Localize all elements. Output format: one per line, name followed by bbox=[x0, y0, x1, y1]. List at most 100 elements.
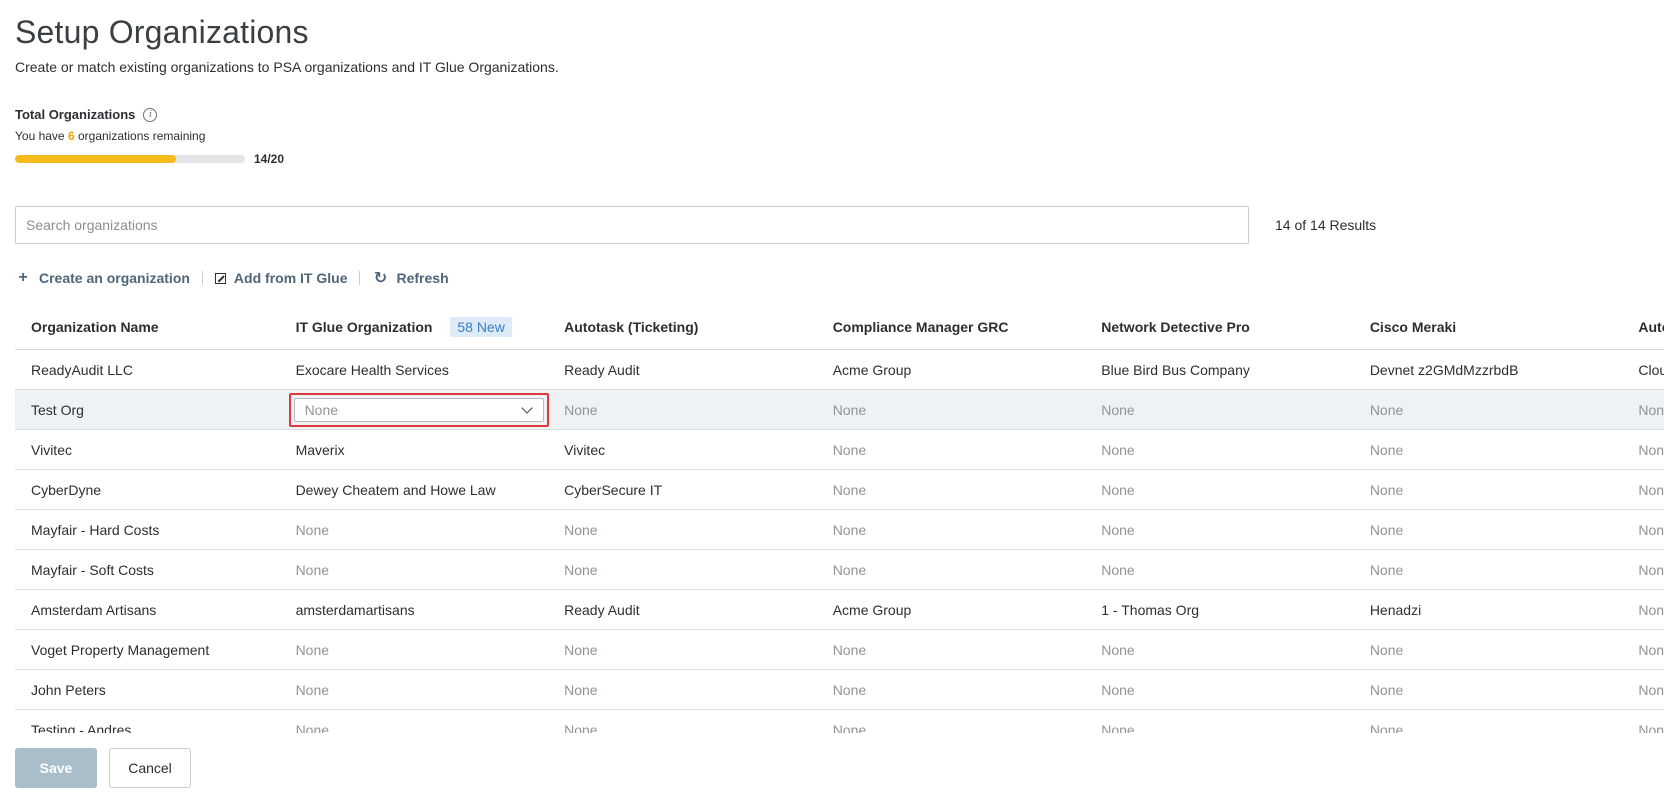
toolbar-divider bbox=[359, 271, 361, 285]
mapping-cell: Maverix bbox=[283, 429, 553, 470]
mapping-cell: None bbox=[1357, 549, 1627, 590]
refresh-button[interactable]: ↻ Refresh bbox=[372, 268, 449, 288]
mapping-cell: None bbox=[1089, 669, 1358, 710]
create-organization-button[interactable]: + Create an organization bbox=[15, 269, 190, 287]
organizations-progress-bar bbox=[15, 155, 245, 163]
table-row[interactable]: Mayfair - Hard Costs None None None None None… bbox=[15, 509, 1664, 550]
mapping-cell: None bbox=[1089, 709, 1358, 733]
mapping-cell: None bbox=[1089, 469, 1358, 510]
organizations-table-container[interactable]: Organization Name IT Glue Organization 5… bbox=[15, 305, 1664, 733]
mapping-cell: None bbox=[552, 549, 821, 590]
mapping-cell: amsterdamartisans bbox=[283, 589, 553, 630]
mapping-cell: None bbox=[552, 709, 821, 733]
refresh-icon: ↻ bbox=[373, 270, 388, 287]
mapping-cell: None bbox=[283, 669, 553, 710]
add-from-it-glue-button[interactable]: Add from IT Glue bbox=[214, 270, 347, 286]
setup-organizations-page: Setup Organizations Create or match exis… bbox=[0, 0, 1678, 806]
table-row[interactable]: Test OrgNoneNoneNoneNoneNoneNone bbox=[15, 389, 1664, 430]
column-header-network-detective-pro[interactable]: Network Detective Pro bbox=[1089, 305, 1358, 350]
table-row[interactable]: ReadyAudit LLC Exocare Health Services Rea… bbox=[15, 349, 1664, 390]
toolbar: + Create an organization Add from IT Glu… bbox=[15, 268, 449, 288]
mapping-cell: None bbox=[820, 709, 1090, 733]
organization-name-cell: Voget Property Management bbox=[15, 629, 284, 670]
select-value: None bbox=[304, 401, 339, 418]
remaining-prefix: You have bbox=[15, 129, 65, 143]
mapping-cell: None bbox=[820, 629, 1090, 670]
toolbar-divider bbox=[201, 271, 203, 285]
table-row[interactable]: John PetersNoneNoneNoneNoneNoneNone bbox=[15, 669, 1664, 710]
organization-name-cell: Mayfair - Hard Costs bbox=[15, 509, 284, 550]
mapping-cell: None bbox=[820, 469, 1090, 510]
mapping-cell: Acme Group bbox=[820, 589, 1090, 630]
column-header-it-glue-label: IT Glue Organization bbox=[295, 319, 433, 335]
new-count-badge: 58 New bbox=[450, 317, 512, 337]
mapping-cell: None bbox=[820, 509, 1090, 550]
table-body: ReadyAudit LLC Exocare Health Services Rea… bbox=[15, 349, 1664, 733]
organization-name-cell: Mayfair - Soft Costs bbox=[15, 549, 284, 590]
column-header-organization-name[interactable]: Organization Name bbox=[15, 305, 284, 350]
table-row[interactable]: CyberDyne Dewey Cheatem and Howe Law Cyber… bbox=[15, 469, 1664, 510]
mapping-cell: None bbox=[1089, 549, 1358, 590]
mapping-cell: None bbox=[552, 629, 821, 670]
mapping-cell: None bbox=[1626, 549, 1664, 590]
page-title: Setup Organizations bbox=[15, 14, 309, 50]
mapping-cell: None bbox=[1089, 389, 1358, 430]
organizations-progress-fill bbox=[15, 155, 176, 163]
mapping-cell: Vivitec bbox=[552, 429, 821, 470]
mapping-cell: None bbox=[820, 549, 1090, 590]
remaining-suffix: organizations remaining bbox=[77, 129, 206, 143]
column-header-it-glue-organization[interactable]: IT Glue Organization 58 New bbox=[283, 305, 553, 350]
mapping-cell: None bbox=[1357, 629, 1627, 670]
mapping-cell: None bbox=[1357, 469, 1627, 510]
cancel-button[interactable]: Cancel bbox=[109, 748, 191, 788]
organization-name-cell: Amsterdam Artisans bbox=[15, 589, 284, 630]
mapping-cell: None bbox=[820, 429, 1090, 470]
column-header-cisco-meraki[interactable]: Cisco Meraki bbox=[1357, 305, 1627, 350]
mapping-cell: None bbox=[1626, 509, 1664, 550]
mapping-cell: None bbox=[1089, 509, 1358, 550]
table-row[interactable]: Voget Property Management None None None Non… bbox=[15, 629, 1664, 670]
organization-name-cell: Test Org bbox=[15, 389, 284, 430]
mapping-cell: Henadzi bbox=[1357, 589, 1627, 630]
plus-icon: + bbox=[18, 269, 28, 286]
column-header-autotask-ticketing[interactable]: Autotask (Ticketing) bbox=[552, 305, 821, 350]
mapping-cell: None bbox=[1626, 429, 1664, 470]
mapping-cell: Ready Audit bbox=[552, 589, 821, 630]
column-header-compliance-manager-grc[interactable]: Compliance Manager GRC bbox=[820, 305, 1090, 350]
mapping-cell: None bbox=[1089, 629, 1358, 670]
mapping-cell: None bbox=[552, 389, 821, 430]
it-glue-organization-select[interactable]: None bbox=[288, 392, 549, 427]
table-row[interactable]: Testing - AndresNoneNoneNoneNoneNoneNone bbox=[15, 709, 1664, 733]
mapping-cell: None bbox=[1357, 429, 1627, 470]
mapping-cell: None bbox=[552, 509, 821, 550]
refresh-label: Refresh bbox=[396, 270, 449, 286]
mapping-cell: Ready Audit bbox=[552, 349, 821, 390]
mapping-cell: None bbox=[1357, 389, 1627, 430]
remaining-organizations-text: You have 6 organizations remaining bbox=[15, 129, 205, 143]
table-row[interactable]: Amsterdam Artisans amsterdamartisans Ready… bbox=[15, 589, 1664, 630]
mapping-cell: None bbox=[1626, 389, 1664, 430]
organization-name-cell: Vivitec bbox=[15, 429, 284, 470]
mapping-cell: Acme Group bbox=[820, 349, 1090, 390]
chevron-down-icon bbox=[520, 401, 533, 414]
table-row[interactable]: Mayfair - Soft Costs None None None None None… bbox=[15, 549, 1664, 590]
mapping-cell: Dewey Cheatem and Howe Law bbox=[283, 469, 553, 510]
mapping-cell: None bbox=[283, 709, 553, 733]
organizations-progress-text: 14/20 bbox=[254, 152, 285, 166]
save-button[interactable]: Save bbox=[15, 748, 97, 788]
search-input[interactable] bbox=[15, 206, 1249, 244]
create-organization-label: Create an organization bbox=[39, 270, 190, 286]
mapping-cell: None bbox=[1626, 589, 1664, 630]
mapping-cell: None bbox=[820, 669, 1090, 710]
page-subtitle: Create or match existing organizations t… bbox=[15, 59, 559, 75]
column-header-autotask[interactable]: Autotask bbox=[1626, 305, 1664, 350]
mapping-cell: None bbox=[283, 509, 553, 550]
mapping-cell: None bbox=[1626, 709, 1664, 733]
mapping-cell: None bbox=[1357, 709, 1627, 733]
table-row[interactable]: VivitecMaverixVivitecNoneNoneNoneNone bbox=[15, 429, 1664, 470]
mapping-cell: None bbox=[1626, 629, 1664, 670]
mapping-cell: None bbox=[1626, 469, 1664, 510]
organization-name-cell: Testing - Andres bbox=[15, 709, 284, 733]
organization-name-cell: CyberDyne bbox=[15, 469, 284, 510]
info-icon[interactable]: i bbox=[143, 107, 158, 122]
